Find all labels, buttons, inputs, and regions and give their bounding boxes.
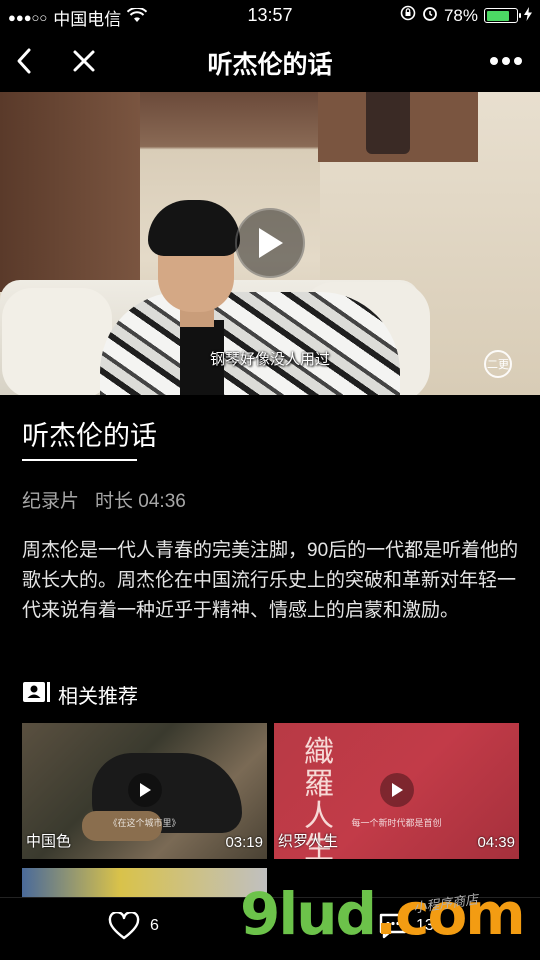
orientation-lock-icon <box>400 5 416 26</box>
play-icon <box>140 783 151 797</box>
recommend-card-partial[interactable] <box>22 868 267 898</box>
play-icon <box>392 783 403 797</box>
play-button[interactable] <box>235 208 305 278</box>
channel-logo: 二更 <box>484 350 512 378</box>
status-bar: ●●●○○ 中国电信 13:57 78% <box>0 0 540 30</box>
recommend-card[interactable]: 《在这个城市里》 中国色 03:19 <box>22 723 267 859</box>
video-title: 听杰伦的话 <box>22 421 157 451</box>
alarm-icon <box>422 5 438 26</box>
video-subtitle: 钢琴好像没人用过 <box>209 351 330 368</box>
card-duration: 03:19 <box>225 834 263 851</box>
more-button[interactable] <box>484 42 528 80</box>
video-description: 周杰伦是一代人青春的完美注脚，90后的一代都是听着他的歌长大的。周杰伦在中国流行… <box>22 540 519 621</box>
charging-icon <box>524 6 532 26</box>
more-dots-icon <box>490 57 522 65</box>
card-play-button[interactable] <box>380 773 414 807</box>
video-meta: 纪录片 时长 04:36 <box>22 486 186 513</box>
video-scene <box>0 92 140 292</box>
card-title: 织罗人生 <box>278 833 339 850</box>
card-play-button[interactable] <box>128 773 162 807</box>
recommend-header: 相关推荐 <box>22 680 138 709</box>
play-icon <box>259 228 283 258</box>
battery-level <box>486 10 510 21</box>
recommend-header-label: 相关推荐 <box>58 686 138 708</box>
video-category: 纪录片 <box>22 491 80 512</box>
page-title: 听杰伦的话 <box>207 51 333 79</box>
nav-bar: 听杰伦的话 <box>0 30 540 92</box>
video-duration: 时长 04:36 <box>95 491 186 512</box>
card-caption: 每一个新时代都是首创 <box>351 818 442 828</box>
recommend-card[interactable]: 織羅人生 每一个新时代都是首创 织罗人生 04:39 <box>274 723 519 859</box>
video-player[interactable]: 钢琴好像没人用过 二更 <box>0 92 540 395</box>
heart-icon <box>108 912 140 940</box>
card-title: 中国色 <box>26 833 72 850</box>
like-count: 6 <box>150 917 159 934</box>
contact-card-icon <box>22 681 52 709</box>
battery-icon <box>484 8 521 23</box>
site-watermark: 9lud.com <box>240 880 526 948</box>
card-caption: 《在这个城市里》 <box>108 818 181 828</box>
title-divider <box>22 459 137 461</box>
battery-percent: 78% <box>443 5 478 25</box>
card-duration: 04:39 <box>477 834 515 851</box>
like-button[interactable]: 6 <box>108 912 159 940</box>
